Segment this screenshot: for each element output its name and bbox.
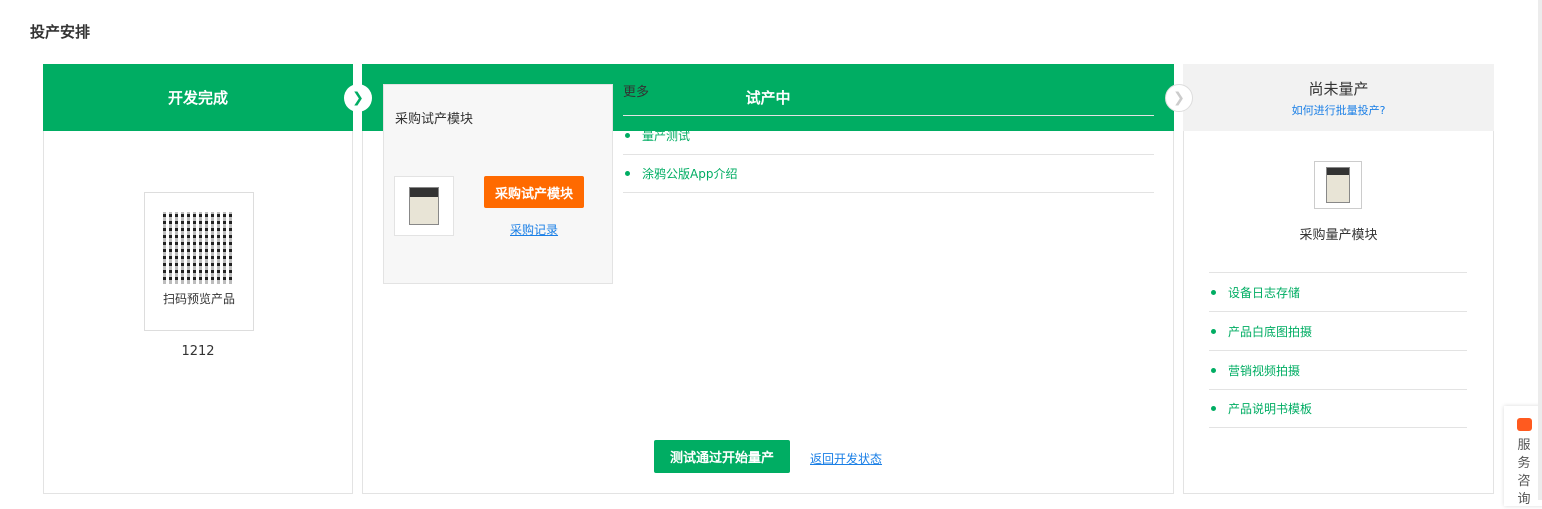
step-header-label: 尚未量产 — [1308, 79, 1369, 98]
bullet-icon — [1211, 367, 1216, 373]
service-label: 服务咨询 — [1517, 438, 1531, 507]
list-item[interactable]: 营销视频拍摄 — [1209, 350, 1467, 389]
list-item-label: 量产测试 — [642, 128, 691, 143]
list-item-label: 产品白底图拍摄 — [1228, 324, 1313, 339]
bullet-icon — [1211, 289, 1216, 295]
how-to-mass-produce-link[interactable]: 如何进行批量投产? — [1292, 102, 1386, 118]
buy-trial-module-button[interactable]: 采购试产模块 — [484, 176, 584, 208]
back-to-dev-link[interactable]: 返回开发状态 — [810, 450, 882, 467]
module-image — [394, 176, 454, 236]
step-trial-production: 试产中 采购试产模块 采购试产模块 采购记录 更多 量产测试 涂鸦公版App介绍… — [362, 64, 1174, 494]
bullet-icon — [625, 132, 630, 138]
qr-label: 扫码预览产品 — [162, 292, 235, 306]
chevron-right-icon: ❯ — [1165, 84, 1193, 112]
module-image — [1314, 161, 1362, 209]
list-item-label: 涂鸦公版App介绍 — [642, 167, 738, 181]
service-consult-button[interactable]: 服务咨询 — [1504, 406, 1542, 507]
list-item[interactable]: 设备日志存储 — [1209, 272, 1467, 311]
page-title: 投产安排 — [30, 23, 91, 41]
bullet-icon — [625, 171, 630, 176]
module-label: 采购量产模块 — [1299, 228, 1378, 243]
bullet-icon — [1211, 406, 1216, 411]
qr-preview-card: 扫码预览产品 — [144, 192, 254, 331]
chevron-right-icon: ❯ — [344, 84, 372, 112]
qr-code-image — [163, 212, 235, 284]
card-title: 采购试产模块 — [395, 112, 474, 127]
step-dev-complete: 开发完成 扫码预览产品 1212 — [43, 64, 353, 494]
list-item[interactable]: 产品说明书模板 — [1209, 389, 1467, 428]
list-item[interactable]: 涂鸦公版App介绍 — [623, 154, 1154, 193]
scrollbar[interactable] — [1538, 0, 1542, 500]
list-item-label: 营销视频拍摄 — [1228, 363, 1301, 378]
list-item-label: 产品说明书模板 — [1228, 402, 1313, 416]
list-item-label: 设备日志存储 — [1228, 285, 1301, 300]
step-header: 开发完成 — [43, 64, 353, 131]
list-item[interactable]: 量产测试 — [623, 115, 1154, 154]
more-title: 更多 — [623, 85, 650, 100]
step-not-mass-produced: 尚未量产 如何进行批量投产? 采购量产模块 设备日志存储 产品白底图拍摄 营销视… — [1183, 64, 1494, 494]
start-mass-production-button[interactable]: 测试通过开始量产 — [654, 440, 790, 473]
purchase-record-link[interactable]: 采购记录 — [510, 221, 558, 238]
buy-trial-module-card: 采购试产模块 采购试产模块 采购记录 — [383, 84, 613, 284]
list-item[interactable]: 产品白底图拍摄 — [1209, 311, 1467, 350]
step-header: 尚未量产 如何进行批量投产? — [1183, 64, 1494, 131]
chat-icon — [1516, 418, 1532, 431]
more-section: 更多 量产测试 涂鸦公版App介绍 — [623, 84, 1154, 193]
bullet-icon — [1211, 328, 1216, 334]
product-id: 1212 — [181, 344, 215, 359]
service-list: 设备日志存储 产品白底图拍摄 营销视频拍摄 产品说明书模板 — [1209, 272, 1467, 428]
